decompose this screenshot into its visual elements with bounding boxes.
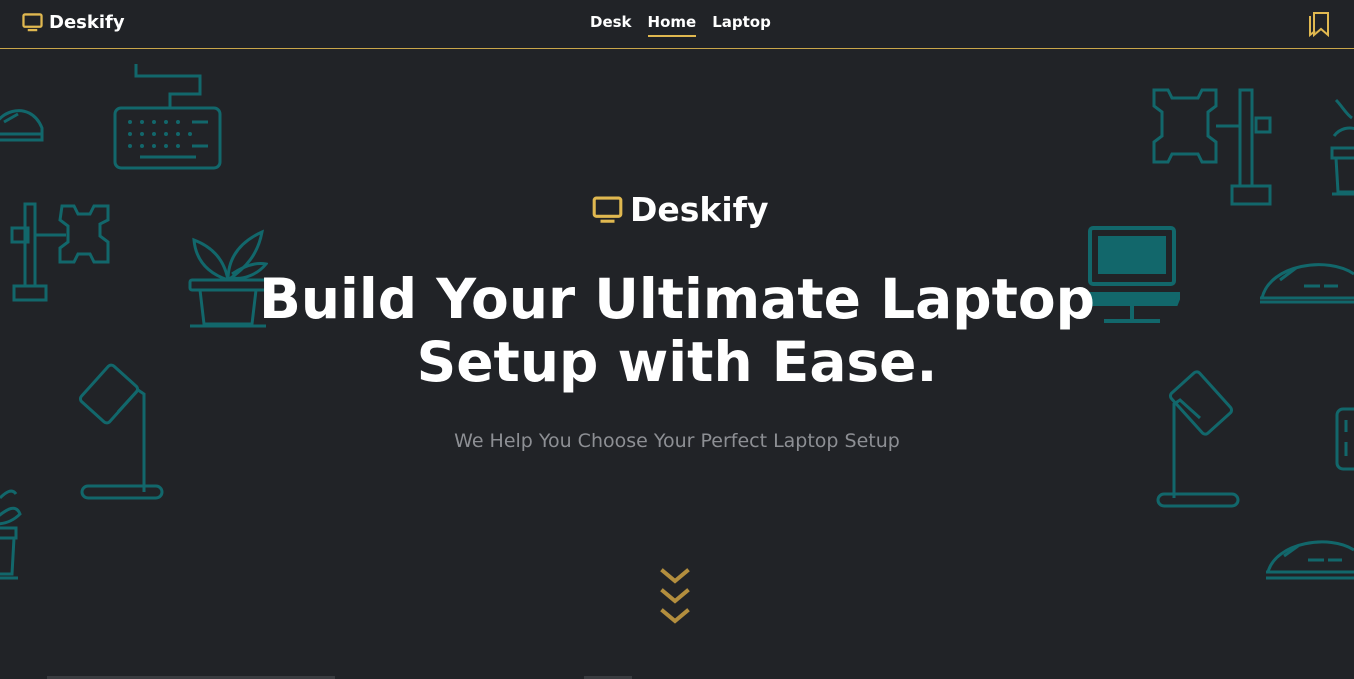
navbar: Deskify Desk Home Laptop xyxy=(0,0,1354,49)
hero-title: Build Your Ultimate Laptop Setup with Ea… xyxy=(177,268,1177,394)
page: Deskify Desk Home Laptop Deskify Build Y… xyxy=(0,0,1354,679)
bookmarks-icon[interactable] xyxy=(1307,11,1331,38)
keyboard-right-decor-icon xyxy=(1334,406,1354,472)
monitor-arm-right-decor-icon xyxy=(1150,86,1276,210)
keyboard-decor-icon xyxy=(112,62,224,172)
monitor-logo-icon xyxy=(22,13,43,32)
mouse-right-decor-icon xyxy=(1258,258,1354,306)
brand-name: Deskify xyxy=(49,12,125,33)
nav-link-desk[interactable]: Desk xyxy=(590,13,632,37)
monitor-arm-decor-icon xyxy=(10,200,116,304)
plant-right-decor-icon xyxy=(1330,96,1354,200)
hero-logo: Deskify xyxy=(592,190,769,229)
chevrons-down-icon[interactable] xyxy=(659,567,691,629)
desk-lamp-decor-icon xyxy=(78,354,168,504)
plant-small-decor-icon xyxy=(0,478,22,582)
hero-title-line1: Build Your Ultimate Laptop xyxy=(258,267,1096,331)
nav-link-home[interactable]: Home xyxy=(647,13,697,37)
nav-links: Desk Home Laptop xyxy=(590,13,771,37)
nav-link-laptop[interactable]: Laptop xyxy=(712,13,771,37)
hero-logo-text: Deskify xyxy=(630,190,769,229)
mouse-bottom-right-decor-icon xyxy=(1264,536,1354,582)
brand-link[interactable]: Deskify xyxy=(22,12,125,33)
monitor-logo-icon xyxy=(592,196,623,223)
mouse-decor-icon xyxy=(0,100,46,144)
hero-subtitle: We Help You Choose Your Perfect Laptop S… xyxy=(454,430,900,452)
hero-title-line2: Setup with Ease. xyxy=(416,330,938,394)
